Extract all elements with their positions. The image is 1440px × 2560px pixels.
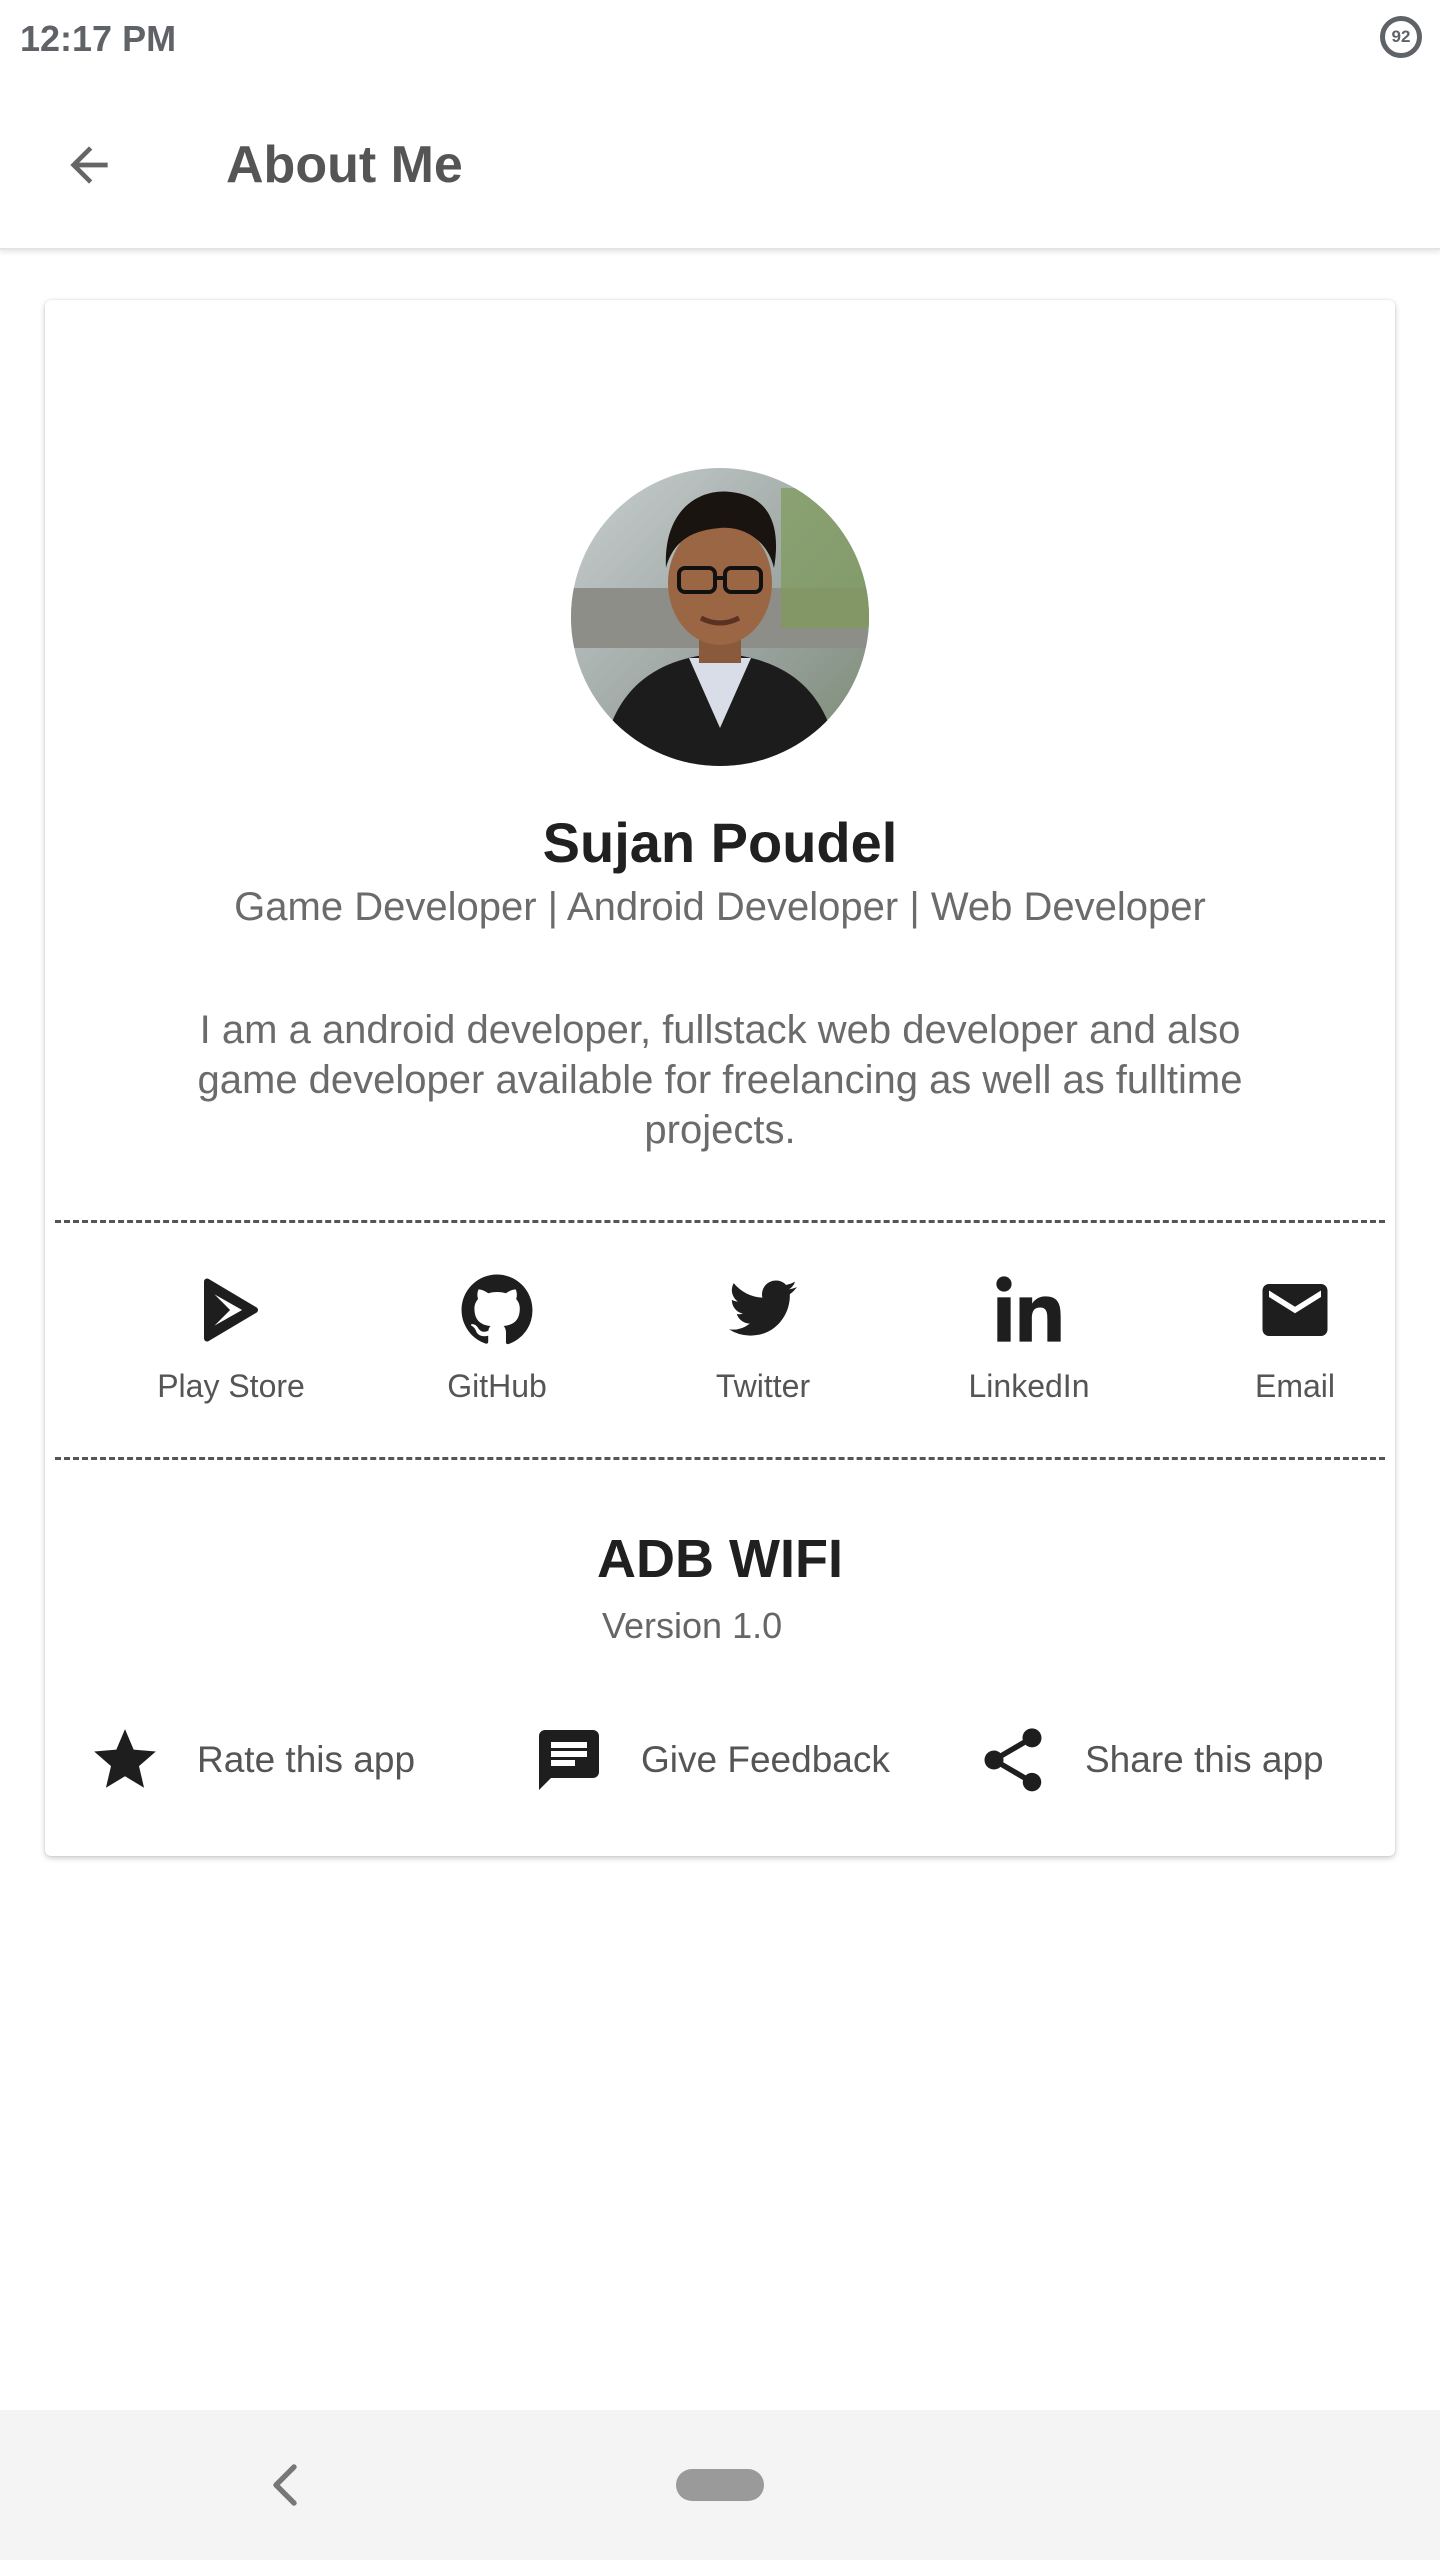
social-label: LinkedIn	[968, 1368, 1090, 1404]
divider-bottom	[55, 1457, 1385, 1460]
profile-bio: I am a android developer, fullstack web …	[197, 1008, 1243, 1152]
back-button[interactable]	[44, 120, 134, 210]
app-name: ADB WIFI	[597, 1529, 843, 1589]
social-play-store[interactable]: Play Store	[111, 1270, 351, 1450]
about-card: Sujan Poudel Game Developer | Android De…	[45, 300, 1395, 1856]
action-label: Share this app	[1085, 1739, 1324, 1780]
feedback-icon	[531, 1722, 607, 1798]
battery-level: 92	[1391, 27, 1411, 46]
action-label: Rate this app	[197, 1739, 416, 1780]
share-icon	[975, 1722, 1051, 1798]
social-linkedin[interactable]: LinkedIn	[909, 1270, 1149, 1450]
share-app-button[interactable]: Share this app	[975, 1710, 1324, 1810]
star-icon	[87, 1722, 163, 1798]
rate-app-button[interactable]: Rate this app	[87, 1710, 415, 1810]
nav-back-button[interactable]	[255, 2455, 315, 2515]
app-bar: About Me	[0, 75, 1440, 250]
profile-name: Sujan Poudel	[542, 811, 898, 874]
play-store-icon	[191, 1270, 271, 1350]
social-github[interactable]: GitHub	[377, 1270, 617, 1450]
arrow-back-icon	[70, 146, 108, 184]
linkedin-icon	[989, 1270, 1069, 1350]
social-links: Play Store GitHub Twitter LinkedIn Email	[45, 1270, 1395, 1460]
nav-home-pill[interactable]	[676, 2469, 764, 2501]
twitter-icon	[723, 1270, 803, 1350]
avatar	[571, 468, 869, 766]
battery-icon: 92	[1380, 16, 1422, 58]
status-time: 12:17 PM	[20, 18, 177, 59]
app-version: Version 1.0	[602, 1605, 783, 1646]
profile-photo	[571, 468, 869, 766]
chevron-left-icon	[273, 2464, 297, 2506]
social-twitter[interactable]: Twitter	[643, 1270, 883, 1450]
action-label: Give Feedback	[641, 1739, 890, 1780]
divider-top	[55, 1220, 1385, 1223]
social-label: Twitter	[715, 1368, 811, 1404]
social-label: Email	[1254, 1368, 1335, 1404]
github-icon	[457, 1270, 537, 1350]
email-icon	[1255, 1270, 1335, 1350]
page-title: About Me	[226, 136, 463, 194]
social-label: Play Store	[157, 1368, 305, 1404]
system-nav-bar	[0, 2410, 1440, 2560]
social-email[interactable]: Email	[1175, 1270, 1415, 1450]
profile-roles: Game Developer | Android Developer | Web…	[234, 885, 1206, 929]
status-bar: 12:17 PM 92	[0, 0, 1440, 75]
give-feedback-button[interactable]: Give Feedback	[531, 1710, 890, 1810]
social-label: GitHub	[447, 1368, 547, 1404]
